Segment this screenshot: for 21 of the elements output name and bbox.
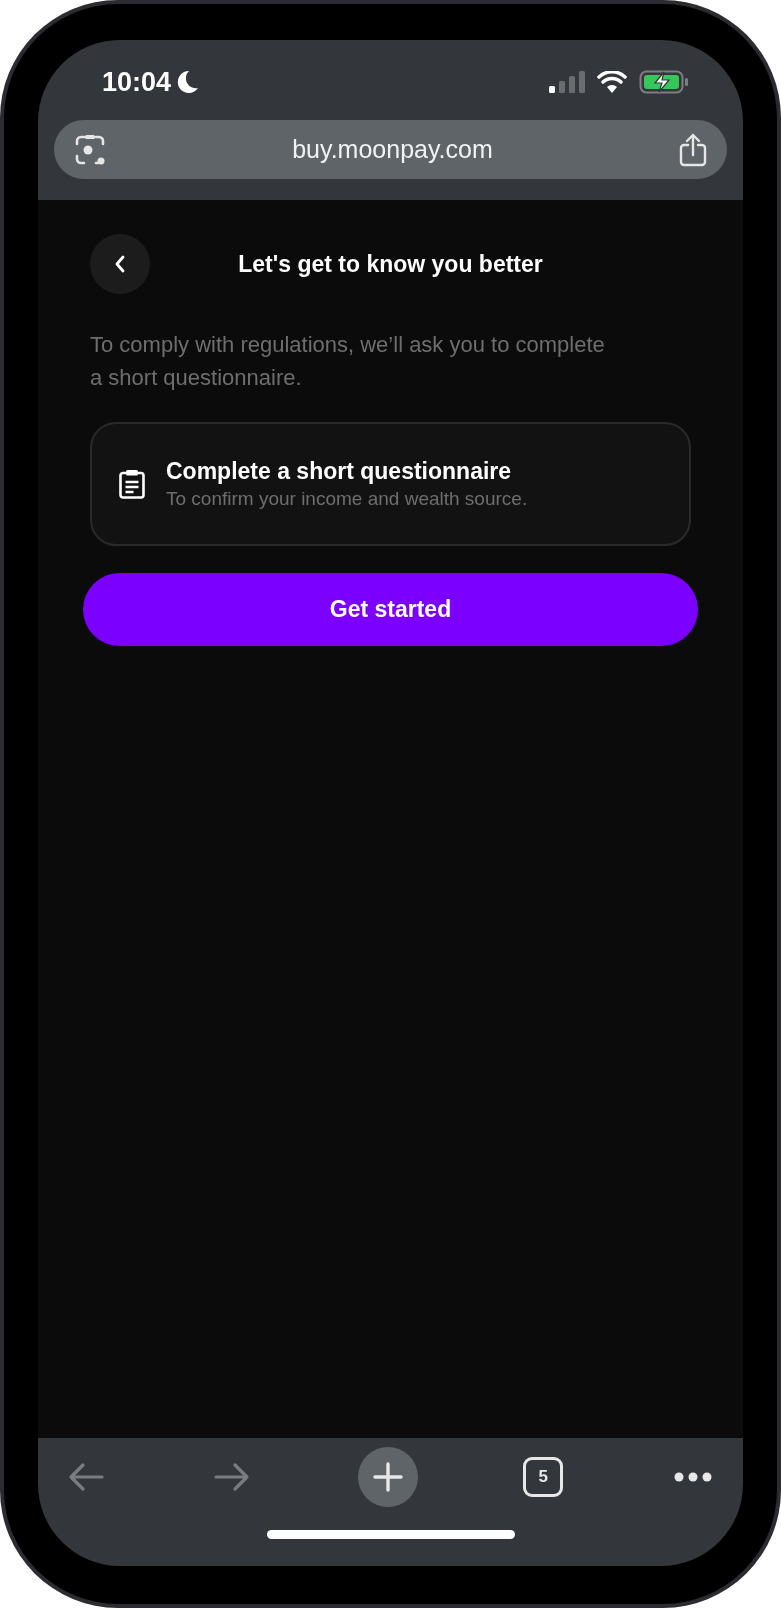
battery-charging-icon	[639, 70, 689, 94]
share-icon[interactable]	[679, 132, 707, 167]
wifi-icon	[597, 71, 627, 93]
tab-count-button[interactable]: 5	[523, 1456, 564, 1497]
chevron-left-icon	[114, 255, 126, 273]
signal-icon	[549, 71, 585, 93]
url-text: buy.moonpay.com	[292, 133, 493, 165]
status-time: 10:04	[102, 65, 172, 99]
page-title: Let's get to know you better	[238, 249, 543, 279]
address-bar[interactable]: buy.moonpay.com	[54, 120, 727, 179]
right-arrow-icon	[212, 1460, 251, 1493]
get-started-button[interactable]: Get started	[83, 573, 698, 646]
left-arrow-icon	[67, 1460, 105, 1493]
intro-text: To comply with regulations, we’ll ask you to complete a short questionnaire.	[90, 331, 606, 392]
card-subtitle: To confirm your income and wealth source.	[166, 487, 528, 511]
camera-lens-icon	[74, 133, 106, 166]
moon-icon	[177, 70, 200, 94]
card-title: Complete a short questionnaire	[166, 457, 513, 486]
clipboard-icon	[118, 469, 146, 499]
more-icon	[674, 1471, 712, 1482]
plus-icon	[372, 1461, 403, 1492]
